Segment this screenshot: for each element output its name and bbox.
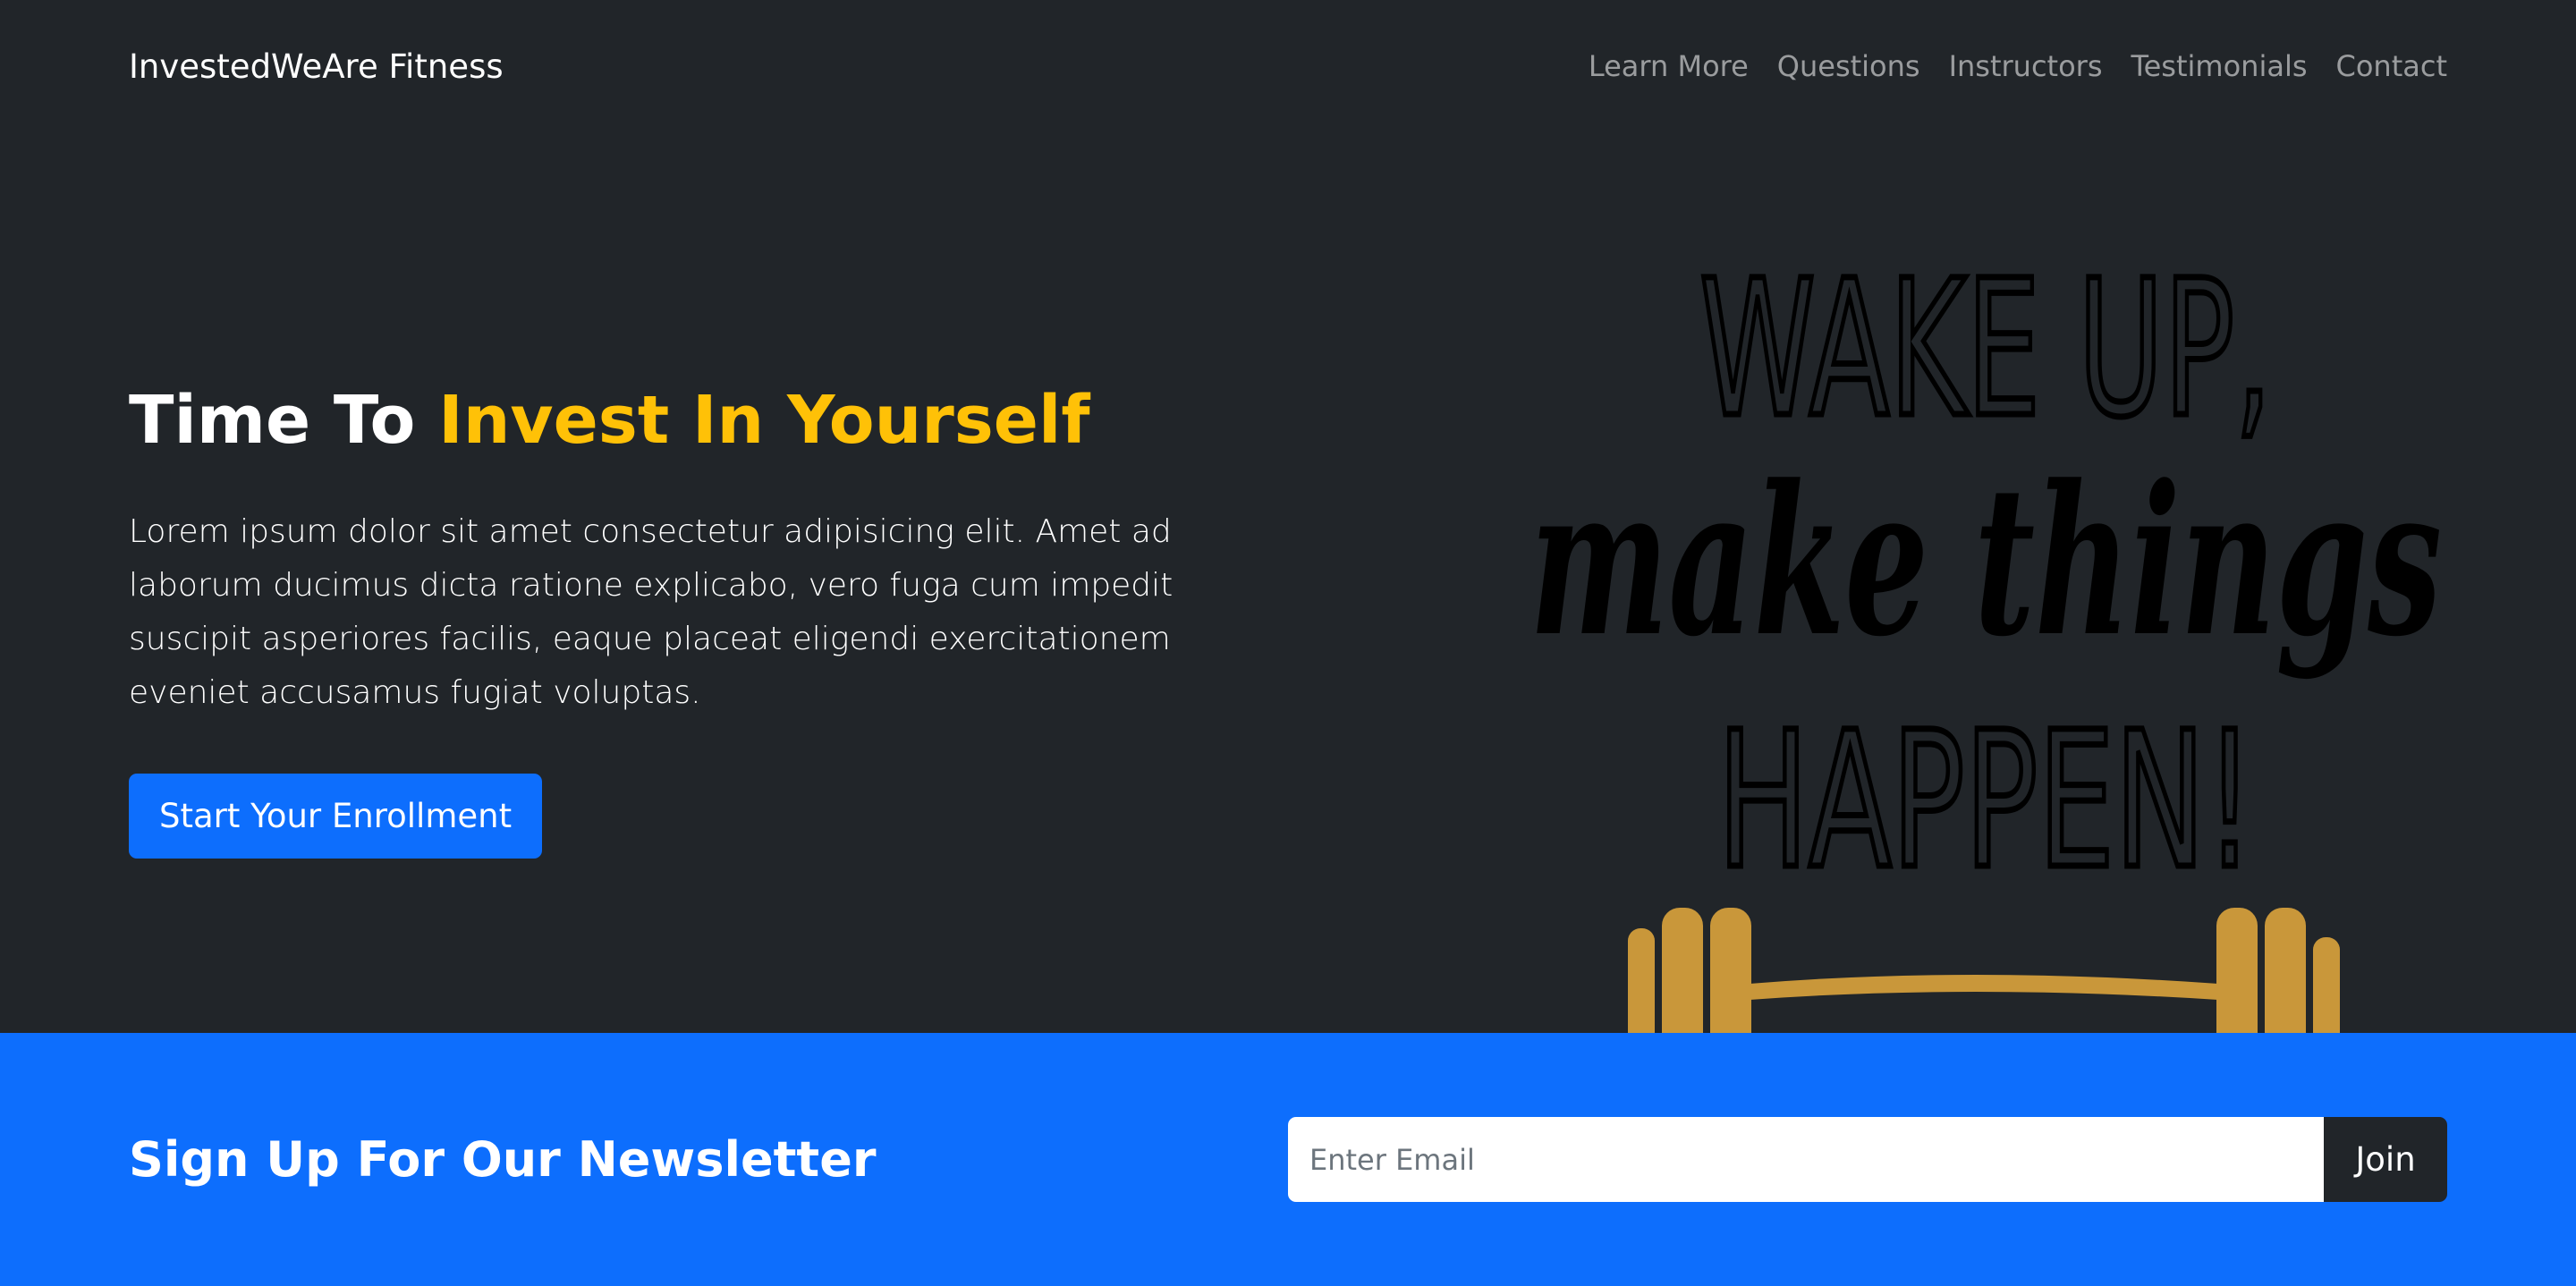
start-enrollment-button[interactable]: Start Your Enrollment — [129, 774, 543, 859]
art-line-make-things: make things — [1530, 441, 2442, 682]
nav-link-contact[interactable]: Contact — [2336, 49, 2448, 83]
art-line-wake-up: WAKE UP, — [1699, 240, 2272, 459]
newsletter-form: Join — [1288, 1117, 2447, 1202]
hero-section: Time To Invest In Yourself Lorem ipsum d… — [0, 132, 2576, 1033]
nav-link-instructors[interactable]: Instructors — [1949, 49, 2103, 83]
motivation-graphic: WAKE UP, make things HAPPEN! — [1530, 237, 2442, 1033]
nav-link-learn-more[interactable]: Learn More — [1589, 49, 1749, 83]
hero-title-prefix: Time To — [129, 382, 416, 459]
newsletter-title: Sign Up For Our Newsletter — [129, 1131, 877, 1188]
art-line-happen: HAPPEN! — [1717, 691, 2254, 910]
newsletter-section: Sign Up For Our Newsletter Join — [0, 1033, 2576, 1286]
brand-logo[interactable]: InvestedWeAre Fitness — [129, 47, 504, 86]
nav-link-testimonials[interactable]: Testimonials — [2131, 49, 2308, 83]
hero-lead: Lorem ipsum dolor sit amet consectetur a… — [129, 513, 1174, 712]
nav-link-questions[interactable]: Questions — [1777, 49, 1920, 83]
hero-motivation-image: WAKE UP, make things HAPPEN! — [1503, 186, 2469, 1033]
hero-text: Time To Invest In Yourself Lorem ipsum d… — [129, 382, 1292, 859]
navbar: InvestedWeAre Fitness Learn More Questio… — [0, 0, 2576, 132]
join-button[interactable]: Join — [2324, 1117, 2447, 1202]
email-input[interactable] — [1288, 1117, 2324, 1202]
barbell-icon — [1628, 908, 2340, 1033]
page: InvestedWeAre Fitness Learn More Questio… — [0, 0, 2576, 1286]
hero-title-accent: Invest In Yourself — [438, 382, 1090, 459]
nav-links: Learn More Questions Instructors Testimo… — [1589, 49, 2447, 83]
hero-title: Time To Invest In Yourself — [129, 382, 1292, 459]
